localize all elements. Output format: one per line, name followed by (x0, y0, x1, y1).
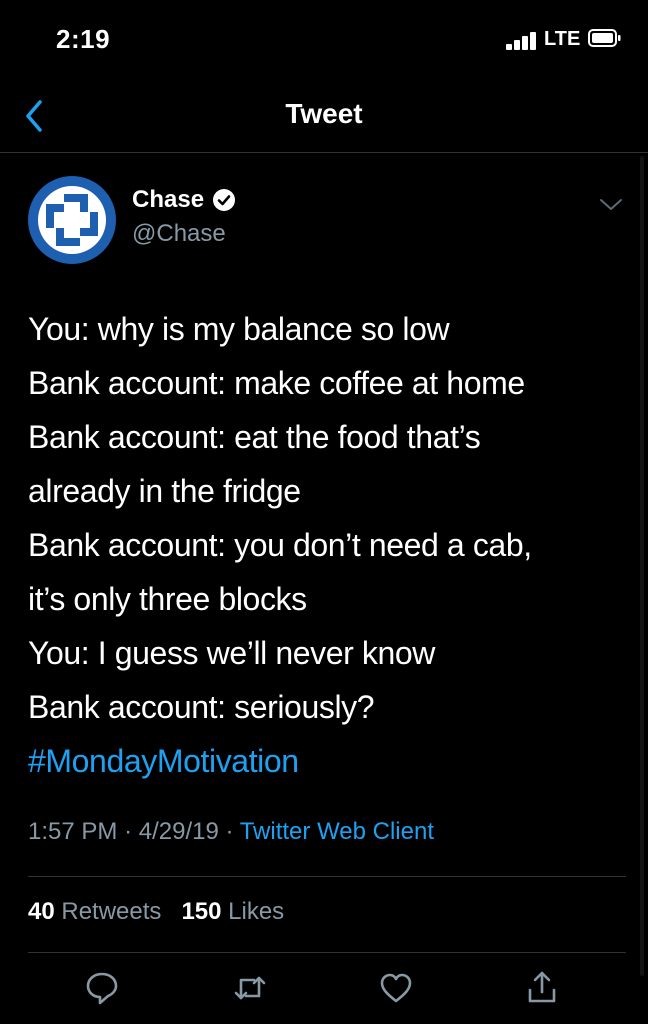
tweet-line: Bank account: you don’t need a cab, (28, 527, 532, 563)
retweet-icon[interactable] (230, 968, 270, 1008)
tweet-line: Bank account: eat the food that’s (28, 419, 481, 455)
likes-stat[interactable]: 150 Likes (181, 898, 284, 925)
divider (28, 876, 626, 877)
tweet-line: Bank account: make coffee at home (28, 365, 525, 401)
retweets-stat[interactable]: 40 Retweets (28, 898, 161, 925)
status-time: 2:19 (56, 24, 111, 54)
tweet-text: You: why is my balance so low Bank accou… (28, 302, 618, 788)
author-handle[interactable]: @Chase (132, 220, 226, 248)
reply-icon[interactable] (82, 968, 122, 1008)
meta-separator: · (225, 818, 234, 845)
verified-badge-icon (213, 189, 236, 211)
chevron-down-icon[interactable] (598, 196, 624, 214)
page-title: Tweet (285, 98, 363, 129)
tweet-meta: 1:57 PM · 4/29/19 · Twitter Web Client (28, 818, 434, 846)
tweet-line: it’s only three blocks (28, 581, 307, 617)
like-label: Likes (228, 898, 285, 925)
meta-separator: · (124, 818, 133, 845)
client-link[interactable]: Twitter Web Client (240, 818, 434, 845)
tweet-line: already in the fridge (28, 473, 301, 509)
scrollbar[interactable] (640, 156, 644, 976)
author-name-row[interactable]: Chase (132, 186, 236, 214)
battery-icon (588, 29, 621, 47)
retweet-label: Retweets (61, 898, 162, 925)
author-name: Chase (132, 186, 205, 213)
tweet-line: You: why is my balance so low (28, 311, 450, 347)
share-icon[interactable] (522, 968, 562, 1008)
retweet-count: 40 (28, 898, 55, 925)
divider (28, 952, 626, 953)
tweet-line: Bank account: seriously? (28, 689, 375, 725)
tweet-line: You: I guess we’ll never know (28, 635, 436, 671)
signal-icon (506, 32, 540, 50)
tweet-date: 4/29/19 (138, 818, 219, 845)
status-bar: 2:19 LTE (0, 0, 648, 80)
like-icon[interactable] (376, 968, 416, 1008)
nav-bar: Tweet (0, 80, 648, 153)
action-bar (0, 968, 648, 1012)
network-type: LTE (544, 28, 581, 50)
tweet-stats: 40 Retweets 150 Likes (28, 898, 284, 926)
like-count: 150 (181, 898, 222, 925)
tweet-time: 1:57 PM (28, 818, 118, 845)
avatar[interactable] (28, 176, 116, 264)
hashtag-link[interactable]: #MondayMotivation (28, 734, 618, 788)
